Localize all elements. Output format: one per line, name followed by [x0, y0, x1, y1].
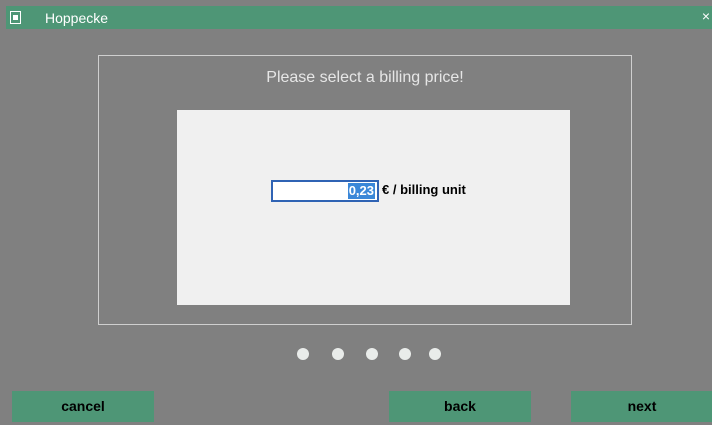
- cancel-button[interactable]: cancel: [12, 391, 154, 422]
- next-button[interactable]: next: [571, 391, 712, 422]
- billing-price-value: 0,23: [347, 183, 375, 199]
- step-dot-5[interactable]: [429, 348, 441, 360]
- step-indicator: [297, 348, 447, 360]
- step-dot-2[interactable]: [332, 348, 344, 360]
- app-icon: [10, 11, 21, 24]
- step-dot-4[interactable]: [399, 348, 411, 360]
- content-panel: Please select a billing price! 0,23 € / …: [98, 55, 632, 325]
- back-button[interactable]: back: [389, 391, 531, 422]
- step-dot-3[interactable]: [366, 348, 378, 360]
- input-area: 0,23 € / billing unit: [177, 110, 570, 305]
- billing-unit-label: € / billing unit: [382, 182, 466, 197]
- title-bar: Hoppecke ×: [6, 6, 712, 29]
- billing-price-input[interactable]: 0,23: [271, 180, 379, 202]
- window-title: Hoppecke: [45, 10, 109, 26]
- prompt-heading: Please select a billing price!: [266, 69, 464, 86]
- step-dot-1[interactable]: [297, 348, 309, 360]
- close-icon[interactable]: ×: [702, 7, 710, 25]
